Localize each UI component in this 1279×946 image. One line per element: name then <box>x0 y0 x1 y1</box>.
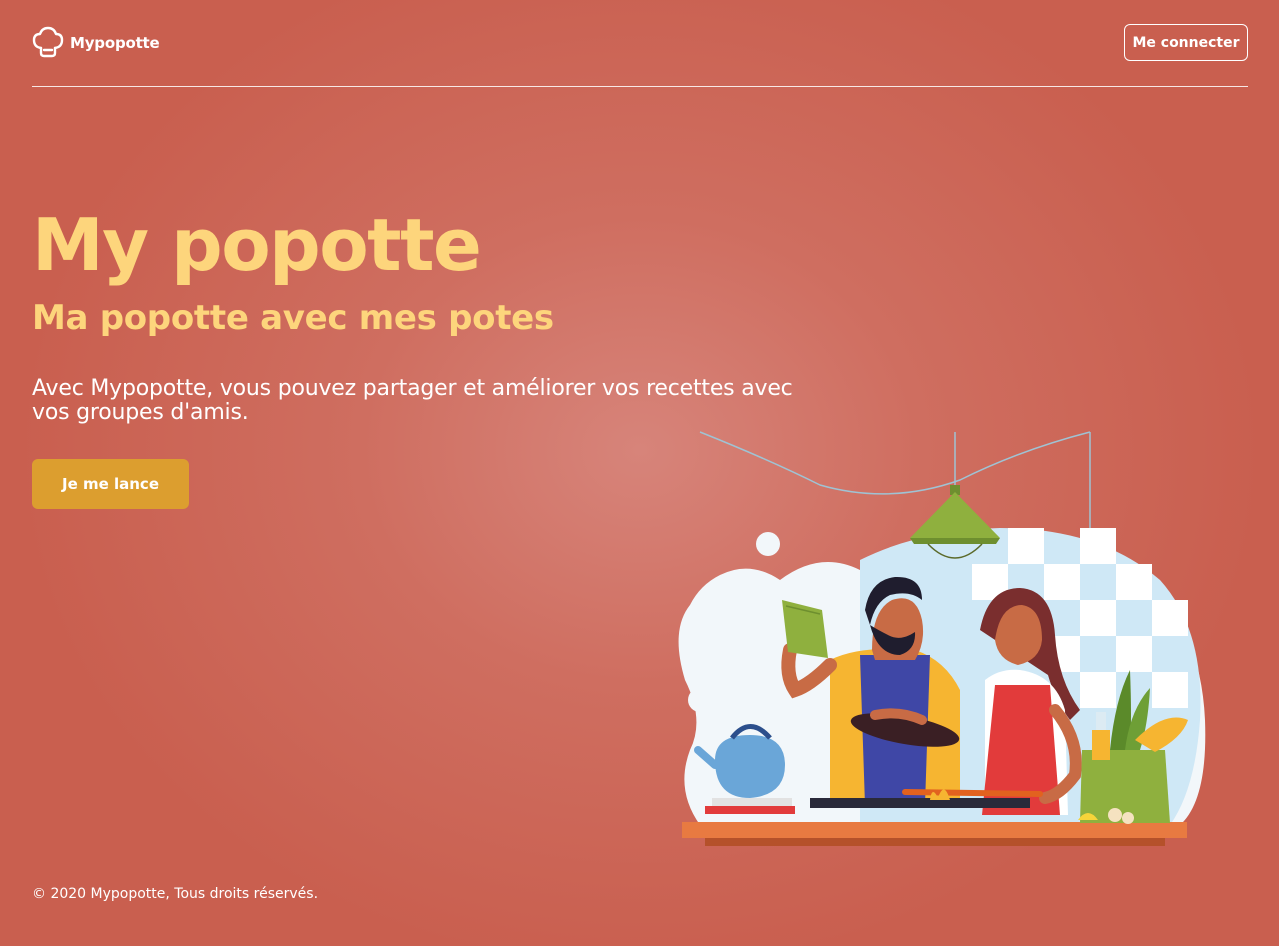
footer-copyright: © 2020 Mypopotte, Tous droits réservés. <box>32 886 319 902</box>
hero-description: Avec Mypopotte, vous pouvez partager et … <box>32 376 793 425</box>
hero-title: My popotte <box>32 203 482 287</box>
logo-text: Mypopotte <box>70 34 160 52</box>
login-button[interactable]: Me connecter <box>1124 24 1248 61</box>
chef-hat-icon <box>32 26 64 58</box>
top-navbar: Mypopotte Me connecter <box>32 0 1248 87</box>
hero-subtitle: Ma popotte avec mes potes <box>32 298 554 338</box>
get-started-button[interactable]: Je me lance <box>32 459 189 509</box>
cooking-couple-illustration <box>678 431 1206 846</box>
logo[interactable]: Mypopotte <box>32 26 160 60</box>
